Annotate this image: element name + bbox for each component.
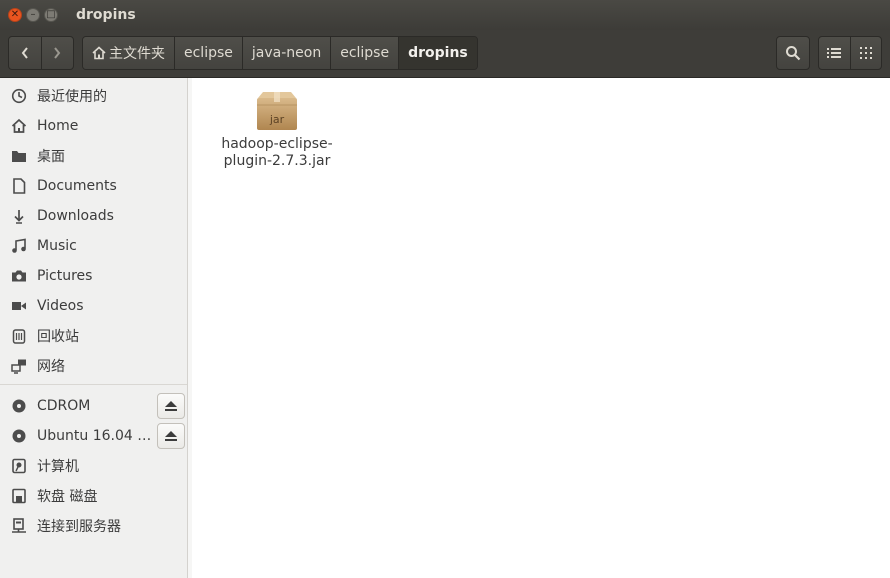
- sidebar-item-label: 桌面: [37, 149, 65, 165]
- sidebar-item-videos[interactable]: Videos: [0, 291, 187, 321]
- minimize-icon: –: [30, 9, 36, 20]
- breadcrumb-eclipse[interactable]: eclipse: [175, 37, 243, 69]
- breadcrumb-label: eclipse: [340, 45, 390, 61]
- window-controls: ✕ – □: [8, 8, 62, 22]
- sidebar-item-floppy[interactable]: 软盘 磁盘: [0, 481, 187, 511]
- breadcrumb-label: eclipse: [184, 45, 233, 61]
- sidebar-item-label: Ubuntu 16.04 LTS amd64: [37, 428, 155, 444]
- file-view[interactable]: jar hadoop-eclipse-plugin-2.7.3.jar: [192, 78, 890, 578]
- floppy-icon: [10, 487, 28, 505]
- sidebar-item-label: Downloads: [37, 208, 114, 224]
- sidebar-item-home[interactable]: Home: [0, 111, 187, 141]
- trash-icon: [10, 327, 28, 345]
- sidebar-item-label: Videos: [37, 298, 84, 314]
- sidebar-item-label: 计算机: [37, 459, 79, 475]
- breadcrumb-home[interactable]: 主文件夹: [83, 37, 175, 69]
- sidebar-item-label: 连接到服务器: [37, 519, 121, 535]
- back-button[interactable]: [9, 37, 41, 69]
- breadcrumb-label: dropins: [408, 45, 468, 61]
- folder-icon: [10, 147, 28, 165]
- close-icon: ✕: [10, 9, 20, 20]
- drive-icon: [10, 457, 28, 475]
- list-view-button[interactable]: [819, 37, 850, 69]
- sidebar-item-label: Music: [37, 238, 77, 254]
- sidebar-item-pictures[interactable]: Pictures: [0, 261, 187, 291]
- video-icon: [10, 297, 28, 315]
- clock-icon: [10, 87, 28, 105]
- window-title: dropins: [76, 7, 136, 23]
- sidebar-item-downloads[interactable]: Downloads: [0, 201, 187, 231]
- title-bar: ✕ – □ dropins: [0, 0, 890, 30]
- jar-archive-icon: jar: [257, 92, 297, 130]
- sidebar-item-label: 最近使用的: [37, 89, 107, 105]
- eject-ubuntu-disc-button[interactable]: [157, 423, 185, 449]
- disc-icon: [10, 427, 28, 445]
- maximize-window-button[interactable]: □: [44, 8, 58, 22]
- breadcrumb: 主文件夹 eclipse java-neon eclipse dropins: [82, 36, 478, 70]
- search-button[interactable]: [776, 36, 810, 70]
- grid-view-button[interactable]: [849, 37, 882, 69]
- file-type-badge: jar: [269, 113, 285, 126]
- sidebar: 最近使用的 Home 桌面 Documents Downloads Music …: [0, 78, 188, 578]
- sidebar-item-label: CDROM: [37, 398, 91, 414]
- server-icon: [10, 517, 28, 535]
- toolbar: 主文件夹 eclipse java-neon eclipse dropins: [0, 30, 890, 78]
- document-icon: [10, 177, 28, 195]
- search-icon: [786, 46, 801, 61]
- breadcrumb-dropins[interactable]: dropins: [399, 37, 477, 69]
- sidebar-item-label: Pictures: [37, 268, 93, 284]
- disc-icon: [10, 397, 28, 415]
- sidebar-item-connect-server[interactable]: 连接到服务器: [0, 511, 187, 541]
- breadcrumb-java-neon[interactable]: java-neon: [242, 37, 332, 69]
- music-icon: [10, 237, 28, 255]
- download-icon: [10, 207, 28, 225]
- chevron-right-icon: [54, 47, 61, 59]
- history-nav: [8, 36, 74, 70]
- sidebar-item-trash[interactable]: 回收站: [0, 321, 187, 351]
- sidebar-item-desktop[interactable]: 桌面: [0, 141, 187, 171]
- file-name: hadoop-eclipse-plugin-2.7.3.jar: [221, 136, 333, 169]
- minimize-window-button[interactable]: –: [26, 8, 40, 22]
- sidebar-item-computer[interactable]: 计算机: [0, 451, 187, 481]
- forward-button[interactable]: [40, 37, 74, 69]
- home-icon: [92, 46, 106, 60]
- sidebar-item-label: 网络: [37, 359, 65, 375]
- sidebar-item-recent[interactable]: 最近使用的: [0, 81, 187, 111]
- sidebar-item-label: 软盘 磁盘: [37, 489, 98, 505]
- close-window-button[interactable]: ✕: [8, 8, 22, 22]
- sidebar-item-music[interactable]: Music: [0, 231, 187, 261]
- sidebar-item-label: Home: [37, 118, 79, 134]
- grid-view-icon: [859, 47, 872, 59]
- sidebar-item-label: Documents: [37, 178, 117, 194]
- breadcrumb-eclipse-2[interactable]: eclipse: [331, 37, 400, 69]
- breadcrumb-label: 主文件夹: [109, 46, 165, 62]
- eject-icon: [165, 431, 177, 441]
- view-mode-group: [818, 36, 882, 70]
- eject-icon: [165, 401, 177, 411]
- network-icon: [10, 357, 28, 375]
- breadcrumb-label: java-neon: [251, 45, 322, 61]
- list-view-icon: [827, 48, 842, 58]
- chevron-left-icon: [21, 47, 28, 59]
- sidebar-item-network[interactable]: 网络: [0, 351, 187, 381]
- sidebar-item-documents[interactable]: Documents: [0, 171, 187, 201]
- eject-cdrom-button[interactable]: [157, 393, 185, 419]
- file-item[interactable]: jar hadoop-eclipse-plugin-2.7.3.jar: [218, 90, 336, 170]
- sidebar-divider: [0, 384, 187, 385]
- maximize-icon: □: [46, 9, 56, 20]
- camera-icon: [10, 267, 28, 285]
- home-icon: [10, 117, 28, 135]
- sidebar-item-label: 回收站: [37, 329, 79, 345]
